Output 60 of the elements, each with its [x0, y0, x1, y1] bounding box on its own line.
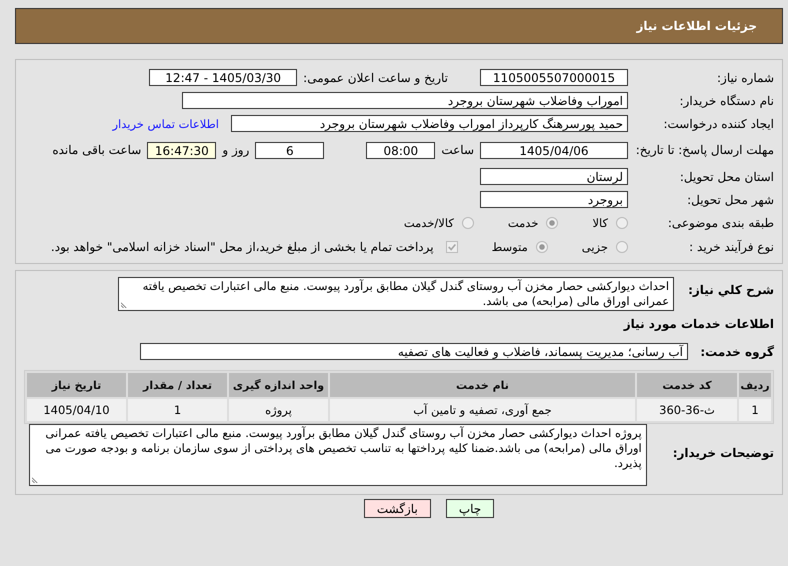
- notes-text: پروژه احداث دیوارکشی حصار مخزن آب روستای گندل گیلان مطابق برآورد پیوست. منبع مالی اعتبارات تخصیص یافته عمرانی اوراق مالی (مرابحه) می باشد.ضمنا کلیه پرداختها به تناسب تخصیص های پرداختی از سوی سازمان برنامه و بودجه صورت می پذیرد.: [44, 426, 642, 471]
- field-label: ساعت باقی مانده: [52, 143, 142, 157]
- text-field[interactable]: 1105005507000015: [480, 69, 628, 86]
- text-field[interactable]: 1405/04/06: [480, 142, 628, 158]
- notes-box[interactable]: [28, 424, 647, 486]
- page-title: جزئیات اطلاعات نیاز: [636, 19, 757, 33]
- field-label: توضیحات خریدار:: [672, 445, 774, 460]
- section-heading: اطلاعات خدمات مورد نیاز: [622, 317, 774, 331]
- radio-button[interactable]: [546, 217, 558, 229]
- field-label: مهلت ارسال پاسخ: تا تاریخ:: [634, 144, 774, 156]
- table-cell: 1405/04/10: [27, 399, 126, 421]
- column-header: تاریخ نیاز: [27, 373, 126, 397]
- column-header: تعداد / مقدار: [128, 373, 227, 397]
- table-cell: 1: [739, 399, 771, 421]
- field-label: ایجاد کننده درخواست:: [662, 116, 774, 130]
- text-field[interactable]: 08:00: [366, 142, 436, 158]
- column-header: واحد اندازه گیری: [229, 373, 328, 397]
- text-field[interactable]: حمید پورسرهنگ کارپرداز اموراب وفاضلاب شهرستان بروجرد: [231, 115, 628, 132]
- field-label: شماره نیاز:: [716, 70, 774, 84]
- field-label: طبقه بندی موضوعی:: [666, 216, 774, 230]
- text-field[interactable]: اموراب وفاضلاب شهرستان بروجرد: [182, 92, 628, 109]
- text-field[interactable]: لرستان: [480, 168, 628, 185]
- field-label: استان محل تحویل:: [678, 170, 774, 184]
- table-cell: ث-36-360: [637, 399, 737, 421]
- field-label: شهر محل تحویل:: [686, 192, 774, 206]
- table-cell: 1: [128, 399, 227, 421]
- field-label: ساعت: [441, 143, 474, 157]
- description-box[interactable]: احداث دیوارکشی حصار مخزن آب روستای گندل گیلان مطابق برآورد پیوست. منبع مالی اعتبارات تخصیص یافته عمرانی اوراق مالی (مرابحه) می باشد.: [118, 277, 674, 311]
- option-label: خدمت: [508, 216, 538, 230]
- text-field[interactable]: بروجرد: [480, 191, 628, 208]
- table-cell: جمع آوری، تصفیه و تامین آب: [330, 399, 635, 421]
- description-text: احداث دیوارکشی حصار مخزن آب روستای گندل گیلان مطابق برآورد پیوست. منبع مالی اعتبارات تخصیص یافته عمرانی اوراق مالی (مرابحه) می باشد.: [142, 279, 670, 309]
- option-label: کالا: [592, 216, 608, 230]
- option-label: کالا/خدمت: [404, 216, 454, 230]
- field-label: نام دستگاه خریدار:: [678, 94, 774, 108]
- column-header: ردیف: [739, 373, 771, 397]
- option-label: جزیی: [582, 240, 608, 254]
- radio-button[interactable]: [616, 241, 628, 253]
- field-label: گروه خدمت:: [699, 344, 774, 358]
- resize-grip-icon[interactable]: [121, 301, 128, 308]
- text-field[interactable]: 1405/03/30 - 12:47: [149, 69, 298, 86]
- option-label: متوسط: [492, 240, 528, 254]
- radio-button[interactable]: [536, 241, 548, 253]
- radio-button[interactable]: [616, 217, 628, 229]
- contact-link[interactable]: اطلاعات تماس خریدار: [112, 116, 219, 130]
- field-label: شرح کلي نیاز:: [688, 282, 774, 297]
- resize-grip-icon[interactable]: [32, 476, 39, 483]
- field-label: نوع فرآیند خرید :: [688, 240, 774, 254]
- print-button[interactable]: چاپ: [446, 499, 494, 518]
- radio-button[interactable]: [462, 217, 474, 229]
- column-header: نام خدمت: [330, 373, 635, 397]
- column-header: کد خدمت: [637, 373, 737, 397]
- text-field[interactable]: آب رسانی؛ مدیریت پسماند، فاضلاب و فعالیت های تصفیه: [140, 343, 688, 360]
- text-field[interactable]: 6: [255, 142, 324, 158]
- field-label: روز و: [222, 143, 250, 157]
- table-cell: پروژه: [229, 399, 328, 421]
- checkbox-label: پرداخت تمام یا بخشی از مبلغ خرید،از محل "اسناد خزانه اسلامی" خواهد بود.: [50, 240, 434, 254]
- field-label: تاریخ و ساعت اعلان عمومی:: [303, 70, 448, 84]
- back-button[interactable]: بازگشت: [364, 499, 431, 518]
- text-field[interactable]: 16:47:30: [147, 142, 216, 158]
